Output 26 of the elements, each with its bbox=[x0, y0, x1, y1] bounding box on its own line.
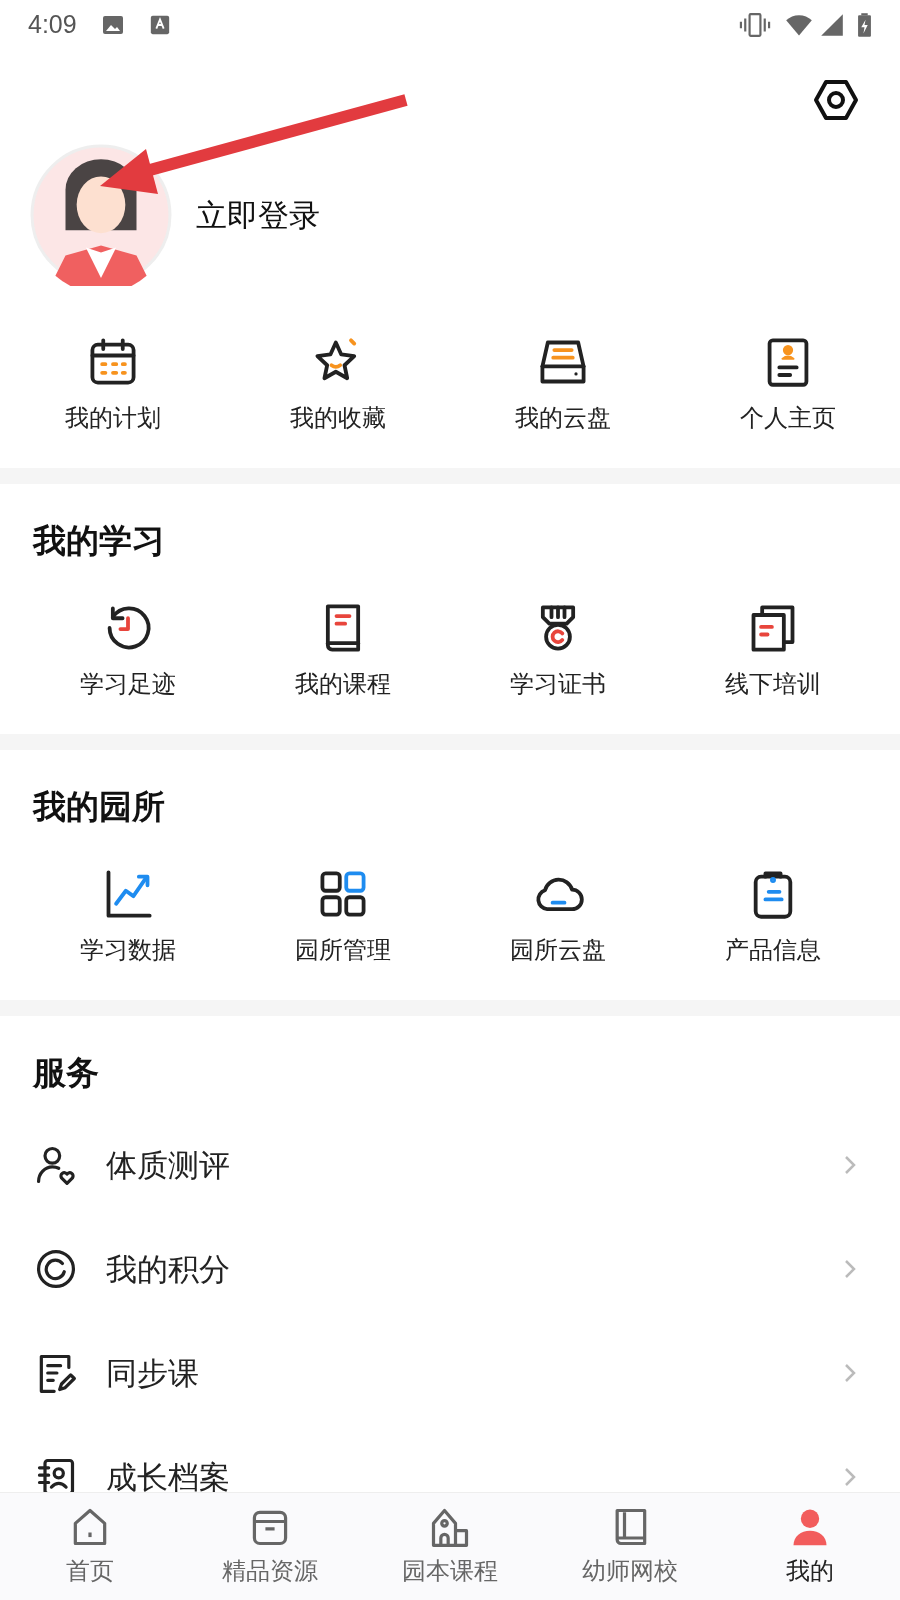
shortcut-item[interactable]: 我的课程 bbox=[235, 602, 450, 696]
shortcut-item[interactable]: 个人主页 bbox=[675, 336, 900, 430]
shortcut-item[interactable]: 学习证书 bbox=[450, 602, 665, 696]
nav-tab[interactable]: 精品资源 bbox=[180, 1504, 360, 1589]
shortcut-item[interactable]: 我的计划 bbox=[0, 336, 225, 430]
nav-tab[interactable]: 幼师网校 bbox=[540, 1504, 720, 1589]
nav-tab[interactable]: 我的 bbox=[720, 1504, 900, 1589]
shortcut-item[interactable]: 园所管理 bbox=[235, 868, 450, 962]
section-title: 我的学习 bbox=[31, 524, 166, 557]
section-title: 服务 bbox=[31, 1052, 100, 1089]
shortcut-item[interactable]: 学习足迹 bbox=[20, 602, 235, 696]
nav-tab[interactable]: 园本课程 bbox=[360, 1504, 540, 1589]
shortcut-item[interactable]: 学习数据 bbox=[20, 868, 235, 962]
shortcut-item[interactable]: 我的收藏 bbox=[225, 336, 450, 430]
shortcut-item[interactable]: 我的云盘 bbox=[450, 336, 675, 430]
service-row[interactable]: 我的积分 bbox=[0, 1217, 900, 1321]
service-row[interactable]: 成长档案 bbox=[0, 1425, 900, 1492]
service-row[interactable]: 同步课 bbox=[0, 1321, 900, 1425]
nav-tab[interactable]: 首页 bbox=[0, 1504, 180, 1589]
shortcut-item[interactable]: 园所云盘 bbox=[450, 868, 665, 962]
login-link[interactable]: 立即登录 bbox=[196, 191, 320, 239]
service-row[interactable]: 体质测评 bbox=[0, 1113, 900, 1217]
shortcut-item[interactable]: 线下培训 bbox=[665, 602, 880, 696]
shortcut-item[interactable]: 产品信息 bbox=[665, 868, 880, 962]
status-time: 4:09 bbox=[28, 9, 77, 41]
section-title: 我的园所 bbox=[31, 790, 166, 823]
